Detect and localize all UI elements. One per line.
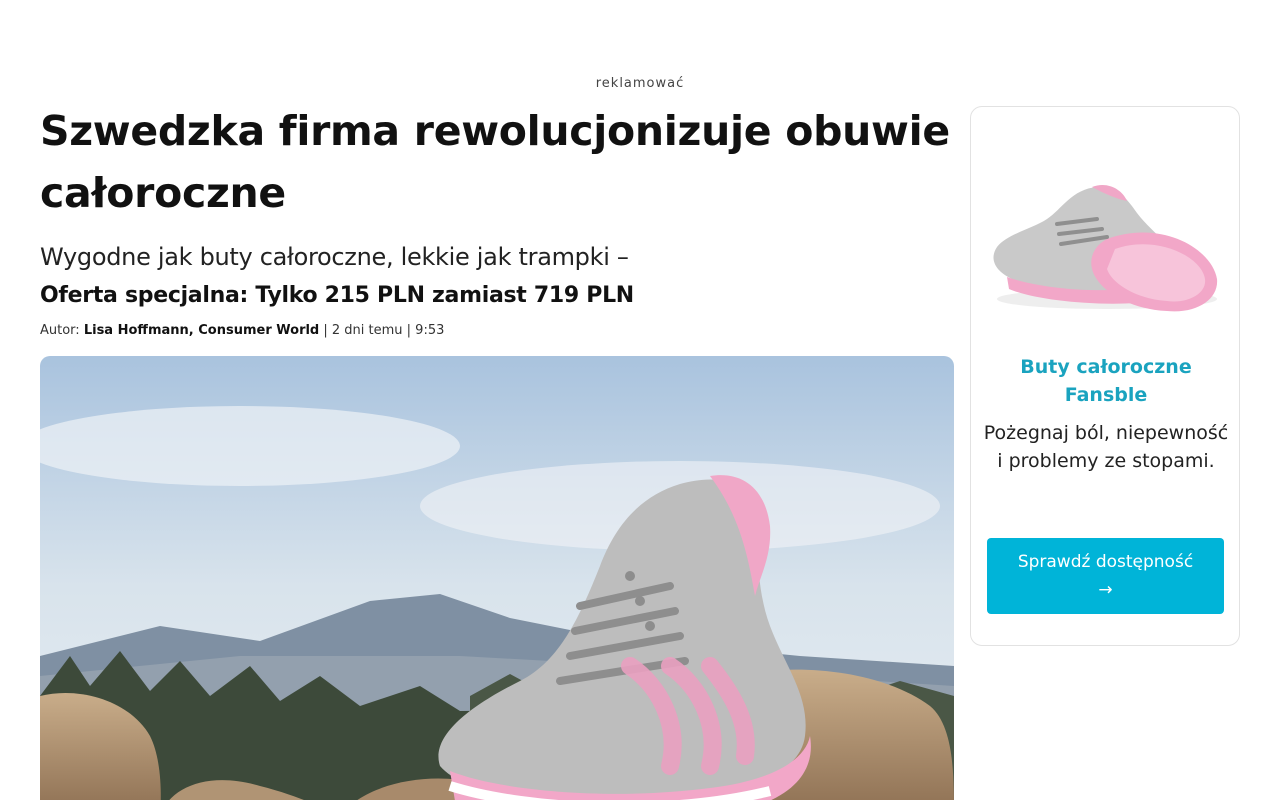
article-header: Szwedzka firma rewolucjonizuje obuwie ca… [40, 100, 954, 341]
product-title: Buty całoroczne Fansble [1020, 356, 1192, 406]
byline: Autor: Lisa Hoffmann, Consumer World | 2… [40, 321, 954, 341]
special-offer: Oferta specjalna: Tylko 215 PLN zamiast … [40, 283, 634, 308]
advertisement-label: reklamować [595, 76, 685, 91]
byline-author: Lisa Hoffmann, Consumer World [83, 323, 320, 338]
product-shoes-image [993, 184, 1218, 312]
byline-prefix: Autor: [40, 323, 80, 338]
cta-label: Sprawdź dostępność [1017, 552, 1194, 572]
byline-meta: | 2 dni temu | 9:53 [323, 323, 445, 338]
hero-image [40, 356, 954, 800]
product-description: Pożegnaj ból, niepewność i problemy ze s… [983, 422, 1229, 472]
article-title: Szwedzka firma rewolucjonizuje obuwie ca… [40, 107, 950, 217]
product-ad-card[interactable]: Buty całoroczne Fansble Pożegnaj ból, ni… [970, 106, 1240, 646]
article-subtitle: Wygodne jak buty całoroczne, lekkie jak … [40, 243, 629, 271]
hero-shoe-on-rocks-illustration [40, 356, 954, 800]
arrow-right-icon: → [1098, 580, 1113, 600]
check-availability-button[interactable]: Sprawdź dostępność → [987, 538, 1224, 614]
